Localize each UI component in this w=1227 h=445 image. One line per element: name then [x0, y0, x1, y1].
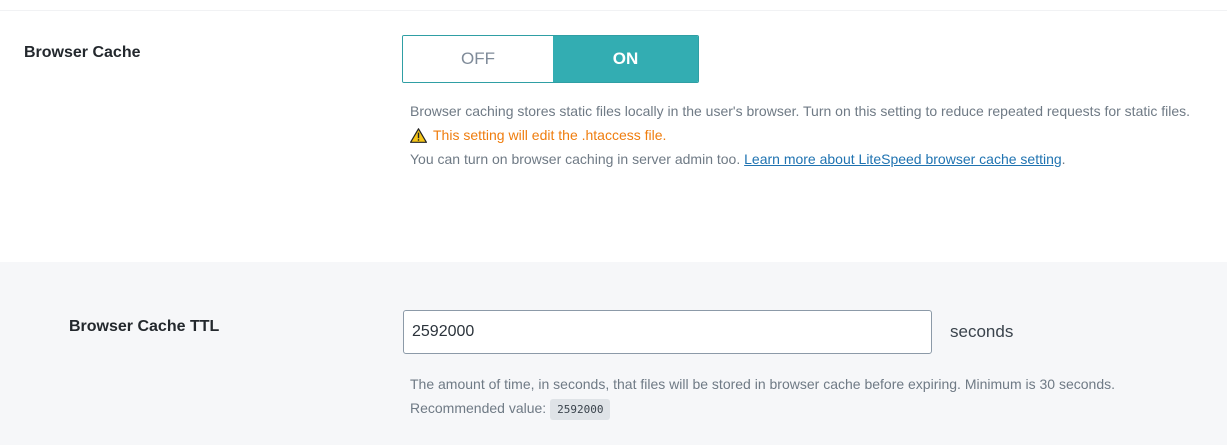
- server-admin-note-text: You can turn on browser caching in serve…: [410, 151, 741, 167]
- browser-cache-toggle[interactable]: OFF ON: [402, 35, 699, 83]
- toggle-on-option[interactable]: ON: [553, 36, 698, 82]
- htaccess-warning-text: This setting will edit the .htaccess fil…: [433, 127, 667, 143]
- browser-cache-ttl-description: The amount of time, in seconds, that fil…: [410, 372, 1210, 420]
- browser-cache-label: Browser Cache: [24, 44, 141, 61]
- browser-cache-ttl-setting: Browser Cache TTL seconds The amount of …: [0, 262, 1227, 445]
- browser-cache-description-text: Browser caching stores static files loca…: [410, 103, 1191, 119]
- browser-cache-description: Browser caching stores static files loca…: [410, 99, 1210, 171]
- toggle-off-option[interactable]: OFF: [403, 36, 553, 82]
- browser-cache-setting: Browser Cache OFF ON Browser caching sto…: [0, 11, 1227, 262]
- ttl-description-text: The amount of time, in seconds, that fil…: [410, 376, 1115, 416]
- note-period: .: [1061, 151, 1066, 167]
- htaccess-warning: This setting will edit the .htaccess fil…: [410, 123, 1210, 147]
- browser-cache-ttl-input[interactable]: [403, 310, 932, 354]
- server-admin-note: You can turn on browser caching in serve…: [410, 147, 1210, 171]
- ttl-unit-label: seconds: [950, 322, 1014, 341]
- learn-more-link[interactable]: Learn more about LiteSpeed browser cache…: [744, 151, 1062, 167]
- warning-triangle-icon: [410, 127, 427, 143]
- browser-cache-ttl-label: Browser Cache TTL: [69, 318, 220, 335]
- recommended-value-badge: 2592000: [550, 398, 611, 420]
